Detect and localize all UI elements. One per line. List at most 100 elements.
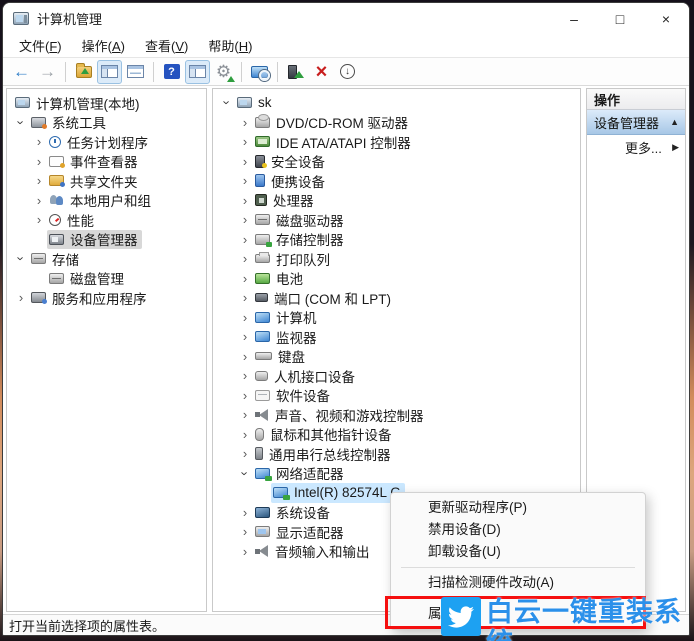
enable-device-button[interactable] xyxy=(283,60,308,84)
tree-item-event-viewer[interactable]: › 事件查看器 xyxy=(7,152,206,172)
tree-item-human-interface-devices[interactable]: › 人机接口设备 xyxy=(213,366,580,386)
chevron-right-icon[interactable]: › xyxy=(13,291,29,304)
up-one-level-button[interactable] xyxy=(71,60,96,84)
minimize-button[interactable]: – xyxy=(551,3,597,34)
chevron-right-icon[interactable]: › xyxy=(237,116,253,129)
tree-item-security-devices[interactable]: › 安全设备 xyxy=(213,152,580,172)
menu-file[interactable]: 文件(F) xyxy=(9,34,72,57)
show-console-tree-button[interactable] xyxy=(97,59,122,84)
scan-hardware-changes-menu-item[interactable]: 扫描检测硬件改动(A) xyxy=(391,572,645,594)
chevron-right-icon[interactable]: › xyxy=(237,213,253,226)
chevron-right-icon[interactable]: › xyxy=(31,213,47,226)
properties-toolbar-button[interactable] xyxy=(123,60,148,84)
chevron-right-icon[interactable]: › xyxy=(237,135,253,148)
tree-item-sound-video-game[interactable]: › 声音、视频和游戏控制器 xyxy=(213,405,580,425)
chevron-right-icon[interactable]: › xyxy=(237,233,253,246)
chevron-right-icon[interactable]: › xyxy=(237,330,253,343)
shared-folder-icon xyxy=(49,175,65,188)
help-icon: ? xyxy=(163,64,180,79)
tree-item-portable-devices[interactable]: › 便携设备 xyxy=(213,171,580,191)
tree-item-keyboards[interactable]: › 键盘 xyxy=(213,347,580,367)
tree-item-network-adapters[interactable]: › 网络适配器 xyxy=(213,464,580,484)
disable-device-menu-item[interactable]: 禁用设备(D) xyxy=(391,519,645,541)
tree-item-device-root-sk[interactable]: › sk xyxy=(213,93,580,113)
chevron-right-icon[interactable]: › xyxy=(31,194,47,207)
row-content: 共享文件夹 xyxy=(47,171,142,191)
chevron-right-icon[interactable]: › xyxy=(237,408,253,421)
menu-help[interactable]: 帮助(H) xyxy=(198,34,262,57)
menu-bar: 文件(F) 操作(A) 查看(V) 帮助(H) xyxy=(3,34,689,57)
tree-item-performance[interactable]: › 性能 xyxy=(7,210,206,230)
chevron-right-icon[interactable]: › xyxy=(237,369,253,382)
tree-item-disk-drives[interactable]: › 磁盘驱动器 xyxy=(213,210,580,230)
chevron-right-icon[interactable]: › xyxy=(237,174,253,187)
chevron-right-icon[interactable]: › xyxy=(237,194,253,207)
chevron-right-icon[interactable]: › xyxy=(237,525,253,538)
tree-item-task-scheduler[interactable]: › 任务计划程序 xyxy=(7,132,206,152)
action-pane-window-icon xyxy=(189,65,206,78)
tree-item-usb-controllers[interactable]: › 通用串行总线控制器 xyxy=(213,444,580,464)
tree-item-dvd-cdrom-drives[interactable]: › DVD/CD-ROM 驱动器 xyxy=(213,113,580,133)
chevron-down-icon[interactable]: › xyxy=(14,114,29,130)
tree-item-processors[interactable]: › 处理器 xyxy=(213,191,580,211)
more-actions-item[interactable]: 更多... ▶ xyxy=(587,135,685,159)
tree-item-system-tools[interactable]: › 系统工具 xyxy=(7,113,206,133)
row-content: 存储控制器 xyxy=(253,230,348,250)
chevron-down-icon[interactable]: › xyxy=(220,95,235,111)
chevron-right-icon[interactable]: › xyxy=(237,545,253,558)
chevron-right-icon[interactable]: › xyxy=(31,174,47,187)
row-content: sk xyxy=(235,93,276,113)
chevron-right-icon[interactable]: › xyxy=(237,389,253,402)
tree-item-label: 软件设备 xyxy=(276,389,330,405)
tree-item-local-users-and-groups[interactable]: › 本地用户和组 xyxy=(7,191,206,211)
tree-item-disk-management[interactable]: 磁盘管理 xyxy=(7,269,206,289)
speaker-icon xyxy=(255,408,269,421)
tree-item-batteries[interactable]: › 电池 xyxy=(213,269,580,289)
chevron-right-icon[interactable]: › xyxy=(237,311,253,324)
tree-item-ide-ata-atapi[interactable]: › IDE ATA/ATAPI 控制器 xyxy=(213,132,580,152)
maximize-button[interactable]: □ xyxy=(597,3,643,34)
title-bar: 计算机管理 – □ × xyxy=(3,3,689,34)
collapse-arrow-icon[interactable]: ▲ xyxy=(670,117,679,127)
chevron-right-icon[interactable]: › xyxy=(237,291,253,304)
tree-item-computer[interactable]: › 计算机 xyxy=(213,308,580,328)
back-button[interactable]: ← xyxy=(9,60,34,84)
chevron-right-icon[interactable]: › xyxy=(237,350,253,363)
close-button[interactable]: × xyxy=(643,3,689,34)
tree-item-label: 系统工具 xyxy=(52,116,106,132)
tree-item-ports-com-lpt[interactable]: › 端口 (COM 和 LPT) xyxy=(213,288,580,308)
tree-item-computer-management-local[interactable]: 计算机管理(本地) xyxy=(7,93,206,113)
update-driver-menu-item[interactable]: 更新驱动程序(P) xyxy=(391,497,645,519)
chevron-right-icon[interactable]: › xyxy=(237,252,253,265)
chevron-right-icon[interactable]: › xyxy=(237,447,253,460)
uninstall-device-button[interactable]: × xyxy=(309,60,334,84)
chevron-right-icon[interactable]: › xyxy=(31,155,47,168)
tree-item-monitors[interactable]: › 监视器 xyxy=(213,327,580,347)
chevron-right-icon[interactable]: › xyxy=(237,428,253,441)
more-actions-button[interactable]: ↓ xyxy=(335,60,360,84)
actions-group-device-manager[interactable]: 设备管理器 ▲ xyxy=(587,110,685,135)
chevron-down-icon[interactable]: › xyxy=(238,465,253,481)
chevron-down-icon[interactable]: › xyxy=(14,251,29,267)
show-action-pane-button[interactable] xyxy=(185,59,210,84)
tree-item-software-devices[interactable]: › 软件设备 xyxy=(213,386,580,406)
chevron-right-icon[interactable]: › xyxy=(237,506,253,519)
tree-item-mice-pointing-devices[interactable]: › 鼠标和其他指针设备 xyxy=(213,425,580,445)
scan-hardware-button[interactable] xyxy=(247,60,272,84)
tree-item-label: 键盘 xyxy=(278,350,305,366)
chevron-right-icon[interactable]: › xyxy=(237,272,253,285)
menu-action[interactable]: 操作(A) xyxy=(72,34,135,57)
tree-item-device-manager[interactable]: 设备管理器 xyxy=(7,229,206,249)
tree-item-shared-folders[interactable]: › 共享文件夹 xyxy=(7,171,206,191)
tree-item-services-and-applications[interactable]: › 服务和应用程序 xyxy=(7,288,206,308)
forward-button[interactable]: → xyxy=(35,60,60,84)
help-button[interactable]: ? xyxy=(159,60,184,84)
menu-view[interactable]: 查看(V) xyxy=(135,34,198,57)
tree-item-print-queues[interactable]: › 打印队列 xyxy=(213,249,580,269)
export-list-button[interactable]: ⚙ xyxy=(211,60,236,84)
uninstall-device-menu-item[interactable]: 卸载设备(U) xyxy=(391,541,645,563)
tree-item-storage-controllers[interactable]: › 存储控制器 xyxy=(213,230,580,250)
chevron-right-icon[interactable]: › xyxy=(237,155,253,168)
chevron-right-icon[interactable]: › xyxy=(31,135,47,148)
tree-item-storage[interactable]: › 存储 xyxy=(7,249,206,269)
